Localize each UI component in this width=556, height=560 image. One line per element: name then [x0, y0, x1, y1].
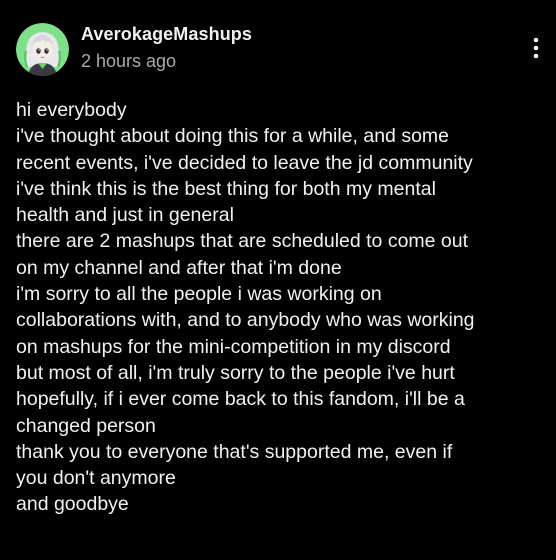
post-line: recent events, i've decided to leave the… [16, 151, 473, 174]
author-name[interactable]: AverokageMashups [81, 23, 252, 45]
more-vertical-icon [533, 37, 539, 59]
post-line: i'm sorry to all the people i was workin… [16, 283, 382, 306]
post-timestamp[interactable]: 2 hours ago [81, 50, 252, 72]
post-line: on mashups for the mini-competition in m… [16, 335, 451, 358]
post-line: health and just in general [16, 204, 234, 227]
post-line: hi everybody [16, 99, 127, 121]
post-line: i've think this is the best thing for bo… [16, 177, 436, 200]
post-line: changed person [16, 414, 156, 437]
post-line: i've thought about doing this for a whil… [16, 125, 449, 148]
post-body: hi everybody i've thought about doing th… [16, 97, 552, 518]
post-header: AverokageMashups 2 hours ago [16, 23, 252, 77]
more-options-button[interactable] [524, 32, 548, 64]
post-line: on my channel and after that i'm done [16, 256, 342, 279]
avatar[interactable] [16, 23, 69, 76]
post-line: and goodbye [16, 493, 129, 516]
post-meta: AverokageMashups 2 hours ago [81, 23, 252, 72]
post-line: you don't anymore [16, 467, 176, 490]
post-line: hopefully, if i ever come back to this f… [16, 388, 465, 411]
post-line: collaborations with, and to anybody who … [16, 309, 475, 332]
post-line: thank you to everyone that's supported m… [16, 440, 453, 463]
post-line: but most of all, i'm truly sorry to the … [16, 361, 455, 384]
community-post: AverokageMashups 2 hours ago hi everybod… [0, 0, 556, 560]
avatar-image [16, 23, 69, 76]
post-line: there are 2 mashups that are scheduled t… [16, 230, 469, 253]
